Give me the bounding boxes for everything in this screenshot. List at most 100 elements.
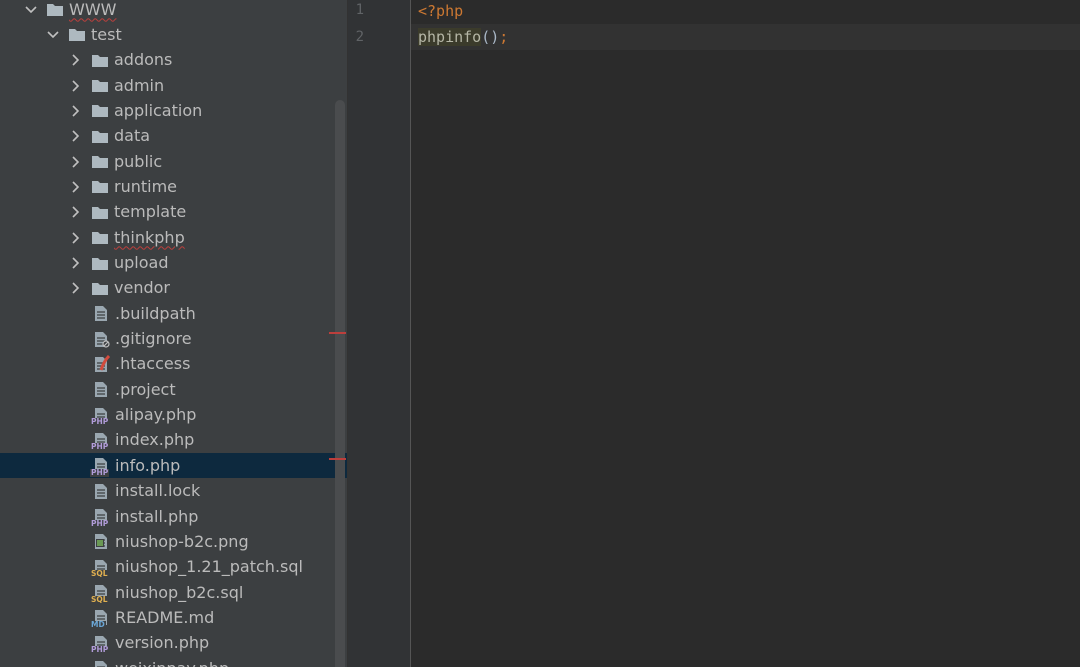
chevron-right-icon[interactable] — [69, 50, 83, 70]
tree-folder-item[interactable]: runtime — [0, 174, 347, 199]
tree-file-item[interactable]: install.lock — [0, 479, 347, 504]
tree-file-item[interactable]: SQL niushop_b2c.sql — [0, 580, 347, 605]
tree-file-item[interactable]: PHP alipay.php — [0, 403, 347, 428]
php-file-icon: PHP — [90, 634, 110, 655]
error-stripe-mark — [329, 458, 346, 460]
tree-item-label: .buildpath — [115, 303, 196, 323]
file-type-badge: PHP — [90, 645, 110, 655]
tree-folder-item[interactable]: template — [0, 200, 347, 225]
tree-folder-item[interactable]: addons — [0, 48, 347, 73]
tree-item-label: README.md — [115, 607, 215, 627]
tree-item-label: runtime — [114, 176, 178, 196]
php-file-icon: PHP — [90, 457, 110, 477]
folder-icon — [91, 203, 109, 221]
image-file-icon — [92, 533, 110, 551]
tree-file-item[interactable]: .buildpath — [0, 301, 347, 326]
tree-item-label: .htaccess — [115, 354, 191, 374]
folder-icon — [91, 254, 109, 272]
php-file-icon: PHP — [90, 508, 110, 528]
tree-folder-item[interactable]: upload — [0, 251, 347, 276]
code-line-current[interactable]: phpinfo(); — [411, 24, 1080, 50]
tree-folder-item[interactable]: data — [0, 124, 347, 149]
markdown-file-icon: MD — [90, 609, 110, 629]
tree-item-label: vendor — [114, 278, 170, 298]
line-number-gutter: 1 2 — [348, 0, 410, 667]
tree-file-item[interactable]: PHP install.php — [0, 504, 347, 529]
tree-scrollbar[interactable] — [335, 100, 345, 667]
chevron-right-icon[interactable] — [69, 253, 83, 273]
tree-file-item[interactable]: .htaccess — [0, 352, 347, 377]
tree-item-label: public — [114, 151, 163, 171]
tree-file-item[interactable]: PHP index.php — [0, 428, 347, 453]
folder-icon — [91, 153, 109, 171]
tree-file-item[interactable]: MD README.md — [0, 605, 347, 630]
semicolon: ; — [499, 28, 509, 46]
tree-item-label: test — [91, 24, 122, 44]
tree-file-item[interactable]: .project — [0, 377, 347, 402]
php-open-tag: <?php — [418, 2, 464, 20]
chevron-right-icon[interactable] — [69, 101, 83, 121]
tree-item-label: addons — [114, 50, 173, 70]
tree-folder-item[interactable]: thinkphp — [0, 225, 347, 250]
tree-item-label: alipay.php — [115, 405, 197, 425]
folder-icon — [91, 279, 109, 297]
tree-file-item[interactable]: PHP version.php — [0, 631, 347, 656]
tree-item-label: install.php — [115, 506, 199, 526]
file-type-badge: PHP — [90, 518, 110, 528]
tree-item-label: .project — [115, 379, 176, 399]
tree-folder-item[interactable]: vendor — [0, 276, 347, 301]
tree-item-label: thinkphp — [114, 227, 185, 247]
tree-item-label: niushop_b2c.sql — [115, 582, 244, 602]
parentheses: () — [481, 28, 500, 46]
chevron-right-icon[interactable] — [69, 202, 83, 222]
php-file-icon: PHP — [92, 660, 110, 667]
tree-file-item[interactable]: niushop-b2c.png — [0, 529, 347, 554]
chevron-right-icon[interactable] — [69, 228, 83, 248]
line-number: 1 — [355, 2, 364, 18]
tree-file-item[interactable]: PHP weixinpay.php — [0, 656, 347, 667]
tree-item-label: niushop_1.21_patch.sql — [115, 557, 303, 577]
tree-file-item[interactable]: SQL niushop_1.21_patch.sql — [0, 555, 347, 580]
chevron-right-icon[interactable] — [69, 278, 83, 298]
tree-item-label: upload — [114, 253, 169, 272]
folder-icon — [91, 127, 109, 145]
chevron-right-icon[interactable] — [69, 152, 83, 172]
folder-icon — [46, 1, 64, 19]
function-name: phpinfo — [418, 28, 482, 46]
file-type-badge: PHP — [90, 442, 110, 452]
tree-item-label: weixinpay.php — [115, 659, 229, 667]
folder-icon — [91, 102, 109, 120]
php-file-icon: PHP — [90, 431, 110, 452]
tree-folder-item[interactable]: test — [0, 22, 347, 47]
chevron-down-icon[interactable] — [24, 0, 38, 20]
file-type-badge: PHP — [90, 417, 110, 427]
tree-folder-item[interactable]: public — [0, 149, 347, 174]
code-line[interactable]: <?php — [411, 0, 1080, 24]
file-type-badge: SQL — [90, 594, 109, 604]
code-editor[interactable]: <?php phpinfo(); — [411, 0, 1080, 667]
chevron-down-icon[interactable] — [46, 25, 60, 45]
tree-item-label: index.php — [115, 430, 195, 450]
chevron-right-icon[interactable] — [69, 76, 83, 96]
tree-item-label: WWW — [69, 0, 117, 19]
file-type-badge: SQL — [90, 569, 109, 579]
tree-file-item[interactable]: PHP info.php — [0, 453, 347, 479]
tree-item-label: application — [114, 100, 203, 120]
tree-item-label: install.lock — [115, 481, 201, 501]
chevron-right-icon[interactable] — [69, 126, 83, 146]
project-tree[interactable]: WWW test addons admin application data public r… — [0, 0, 347, 667]
tree-item-label: niushop-b2c.png — [115, 531, 249, 551]
tree-folder-item[interactable]: application — [0, 98, 347, 123]
tree-file-item[interactable]: .gitignore — [0, 327, 347, 352]
chevron-right-icon[interactable] — [69, 177, 83, 197]
folder-icon — [68, 26, 86, 44]
tree-folder-item[interactable]: admin — [0, 73, 347, 98]
sql-file-icon: SQL — [90, 558, 110, 579]
error-stripe-mark — [329, 332, 346, 334]
text-file-icon — [92, 482, 110, 500]
tree-item-label: info.php — [115, 455, 181, 475]
file-type-badge: MD — [90, 619, 106, 629]
tree-folder-item[interactable]: WWW — [0, 0, 347, 22]
tree-item-label: data — [114, 126, 151, 146]
folder-icon — [91, 178, 109, 196]
